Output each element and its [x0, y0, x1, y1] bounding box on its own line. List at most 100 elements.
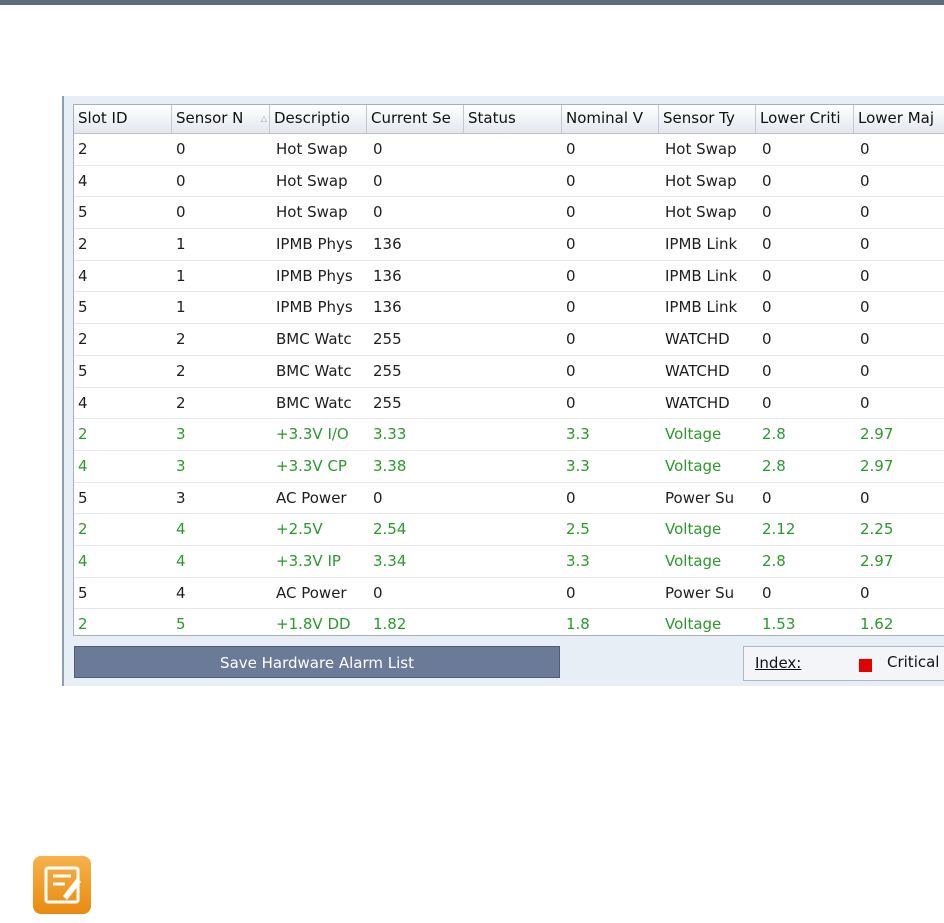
- table-cell: 4: [78, 171, 88, 190]
- table-cell: BMC Watc: [276, 330, 352, 349]
- column-header-description[interactable]: Descriptio: [270, 105, 367, 133]
- hardware-monitor-panel: Slot ID Sensor N △ Descriptio Current Se …: [62, 96, 944, 686]
- table-cell: [464, 356, 562, 386]
- table-cell: 4: [176, 551, 186, 570]
- table-cell: 3: [176, 425, 186, 444]
- table-cell: [464, 451, 562, 481]
- table-cell: Voltage: [665, 615, 722, 634]
- table-cell: [464, 419, 562, 449]
- table-cell: 0: [566, 298, 576, 317]
- table-cell: 3.3: [566, 456, 590, 475]
- table-cell: [464, 388, 562, 418]
- table-cell: 0: [860, 393, 870, 412]
- table-cell: [464, 292, 562, 322]
- table-cell: Hot Swap: [665, 171, 737, 190]
- table-cell: 0: [762, 393, 772, 412]
- table-cell: 255: [373, 393, 402, 412]
- table-cell: Voltage: [665, 520, 722, 539]
- column-header-sensor-type[interactable]: Sensor Ty: [659, 105, 756, 133]
- table-cell: 0: [373, 140, 383, 158]
- table-row[interactable]: 2 3 +3.3V I/O 3.33 3.3 Voltage 2.8 2.97: [74, 419, 944, 451]
- table-row[interactable]: 5 2 BMC Watc 255 0 WATCHD 0 0: [74, 356, 944, 388]
- table-cell: [464, 578, 562, 608]
- table-cell: [464, 609, 562, 635]
- table-cell: Hot Swap: [276, 140, 348, 158]
- table-cell: 2: [176, 361, 186, 380]
- table-row[interactable]: 2 1 IPMB Phys 136 0 IPMB Link 0 0: [74, 229, 944, 261]
- table-cell: 5: [78, 583, 88, 602]
- table-row[interactable]: 2 0 Hot Swap 0 0 Hot Swap 0 0: [74, 134, 944, 166]
- table-cell: 2.5: [566, 520, 590, 539]
- save-hardware-alarm-list-button[interactable]: Save Hardware Alarm List: [74, 646, 560, 678]
- table-cell: AC Power: [276, 583, 347, 602]
- table-cell: 5: [78, 488, 88, 507]
- table-cell: 0: [860, 298, 870, 317]
- table-cell: +3.3V I/O: [276, 425, 349, 444]
- column-header-lower-major[interactable]: Lower Maj: [854, 105, 944, 133]
- table-cell: 0: [860, 171, 870, 190]
- table-cell: 2.8: [762, 551, 786, 570]
- table-cell: 2: [176, 393, 186, 412]
- table-row[interactable]: 4 2 BMC Watc 255 0 WATCHD 0 0: [74, 388, 944, 420]
- sort-ascending-icon: △: [260, 114, 267, 123]
- table-cell: 2: [78, 520, 88, 539]
- column-header-status[interactable]: Status: [464, 105, 562, 133]
- column-header-sensor-number[interactable]: Sensor N △: [172, 105, 270, 133]
- table-cell: IPMB Phys: [276, 266, 353, 285]
- table-row[interactable]: 4 3 +3.3V CP 3.38 3.3 Voltage 2.8 2.97: [74, 451, 944, 483]
- table-cell: 1: [176, 298, 186, 317]
- table-cell: 2.97: [860, 551, 894, 570]
- table-cell: 4: [78, 393, 88, 412]
- table-cell: 5: [78, 298, 88, 317]
- table-cell: 0: [860, 266, 870, 285]
- table-cell: [464, 261, 562, 291]
- table-row[interactable]: 5 4 AC Power 0 0 Power Su 0 0: [74, 578, 944, 610]
- table-cell: 0: [762, 203, 772, 222]
- table-row[interactable]: 2 2 BMC Watc 255 0 WATCHD 0 0: [74, 324, 944, 356]
- table-cell: IPMB Link: [665, 266, 738, 285]
- table-cell: 0: [373, 583, 383, 602]
- column-header-lower-critical[interactable]: Lower Criti: [756, 105, 854, 133]
- table-row[interactable]: 2 4 +2.5V 2.54 2.5 Voltage 2.12 2.25: [74, 514, 944, 546]
- table-cell: 3.34: [373, 551, 407, 570]
- table-cell: 0: [566, 488, 576, 507]
- table-row[interactable]: 5 0 Hot Swap 0 0 Hot Swap 0 0: [74, 197, 944, 230]
- critical-label: Critical: [887, 653, 940, 671]
- table-cell: 3: [176, 488, 186, 507]
- table-row[interactable]: 5 1 IPMB Phys 136 0 IPMB Link 0 0: [74, 292, 944, 325]
- table-cell: 0: [762, 361, 772, 380]
- table-row[interactable]: 4 0 Hot Swap 0 0 Hot Swap 0 0: [74, 166, 944, 198]
- table-cell: Hot Swap: [276, 171, 348, 190]
- note-icon: [33, 856, 91, 914]
- table-cell: 136: [373, 266, 402, 285]
- table-cell: [464, 546, 562, 576]
- table-cell: [464, 324, 562, 354]
- table-cell: Power Su: [665, 488, 735, 507]
- sensor-table[interactable]: Slot ID Sensor N △ Descriptio Current Se …: [73, 104, 944, 636]
- table-cell: 0: [176, 171, 186, 190]
- table-cell: 0: [566, 583, 576, 602]
- table-cell: 255: [373, 330, 402, 349]
- column-header-current-setting[interactable]: Current Se: [367, 105, 464, 133]
- table-cell: 0: [860, 203, 870, 222]
- table-cell: AC Power: [276, 488, 347, 507]
- index-label: Index:: [755, 654, 802, 672]
- table-cell: 2.8: [762, 425, 786, 444]
- table-row[interactable]: 2 5 +1.8V DD 1.82 1.8 Voltage 1.53 1.62: [74, 609, 944, 635]
- table-cell: 0: [860, 330, 870, 349]
- table-row[interactable]: 5 3 AC Power 0 0 Power Su 0 0: [74, 483, 944, 515]
- table-cell: 1.53: [762, 615, 796, 634]
- table-cell: 5: [176, 615, 186, 634]
- table-cell: IPMB Link: [665, 298, 738, 317]
- top-divider: [0, 0, 944, 5]
- table-cell: 2.12: [762, 520, 796, 539]
- table-cell: 0: [860, 361, 870, 380]
- table-cell: 0: [762, 330, 772, 349]
- column-header-nominal-value[interactable]: Nominal V: [562, 105, 659, 133]
- table-row[interactable]: 4 4 +3.3V IP 3.34 3.3 Voltage 2.8 2.97: [74, 546, 944, 578]
- table-row[interactable]: 4 1 IPMB Phys 136 0 IPMB Link 0 0: [74, 261, 944, 293]
- column-header-slot-id[interactable]: Slot ID: [74, 105, 172, 133]
- table-cell: 3.38: [373, 456, 407, 475]
- table-cell: 136: [373, 298, 402, 317]
- table-cell: Hot Swap: [665, 203, 737, 222]
